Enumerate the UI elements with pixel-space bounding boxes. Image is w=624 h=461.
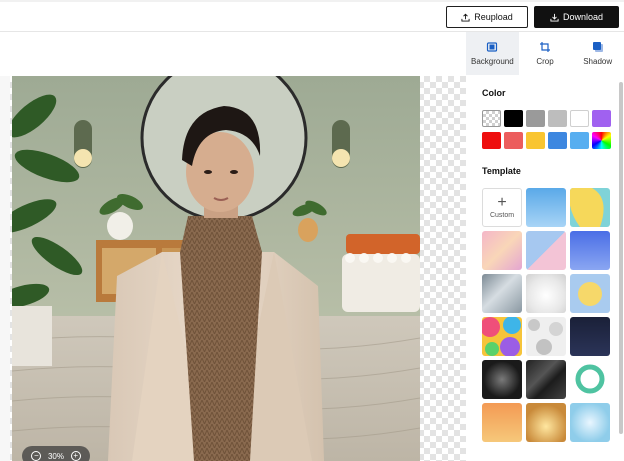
tab-background[interactable]: Background xyxy=(466,32,519,75)
template-section-title: Template xyxy=(482,166,521,176)
top-divider xyxy=(0,0,624,2)
template-sky-blue[interactable] xyxy=(526,188,566,227)
swatch-red[interactable] xyxy=(482,132,501,149)
template-colorful-blobs[interactable] xyxy=(482,317,522,356)
tool-tabs: Background Crop Shadow xyxy=(466,32,624,75)
swatch-purple[interactable] xyxy=(592,110,611,127)
download-icon xyxy=(550,13,559,22)
plus-icon: + xyxy=(73,451,78,460)
minus-icon: − xyxy=(33,451,39,460)
template-yellow-circle[interactable] xyxy=(570,274,610,313)
swatch-coral[interactable] xyxy=(504,132,523,149)
custom-label: Custom xyxy=(489,212,515,219)
reupload-button[interactable]: Reupload xyxy=(446,6,528,28)
zoom-level: 30% xyxy=(47,451,64,461)
swatch-gray[interactable] xyxy=(526,110,545,127)
template-gold-bokeh[interactable] xyxy=(526,403,566,442)
download-label: Download xyxy=(562,12,604,22)
template-light-blue-bokeh[interactable] xyxy=(570,403,610,442)
swatch-blue[interactable] xyxy=(548,132,567,149)
template-dark-navy[interactable] xyxy=(570,317,610,356)
shadow-icon xyxy=(592,42,603,52)
template-custom[interactable]: + Custom xyxy=(482,188,522,227)
swatch-light-gray[interactable] xyxy=(548,110,567,127)
canvas-area xyxy=(0,76,466,461)
swatch-white[interactable] xyxy=(570,110,589,127)
swatch-transparent[interactable] xyxy=(482,110,501,127)
tab-background-label: Background xyxy=(470,57,514,66)
swatch-black[interactable] xyxy=(504,110,523,127)
template-teal-ring[interactable] xyxy=(570,360,610,399)
swatch-light-blue[interactable] xyxy=(570,132,589,149)
template-orange-gradient[interactable] xyxy=(482,403,522,442)
template-black-spotlight[interactable] xyxy=(482,360,522,399)
template-gray-glass[interactable] xyxy=(482,274,522,313)
reupload-label: Reupload xyxy=(474,12,513,22)
zoom-out-button[interactable]: − xyxy=(31,451,42,461)
template-pink-pastel[interactable] xyxy=(482,231,522,270)
crop-icon xyxy=(540,42,550,52)
upload-icon xyxy=(461,13,470,22)
tab-shadow[interactable]: Shadow xyxy=(571,32,624,75)
background-panel: Color Template + Custom xyxy=(466,76,624,461)
template-blue-pink-split[interactable] xyxy=(526,231,566,270)
swatch-rainbow-picker[interactable] xyxy=(592,132,611,149)
swatch-yellow[interactable] xyxy=(526,132,545,149)
color-section-title: Color xyxy=(482,88,506,98)
template-black-silk[interactable] xyxy=(526,360,566,399)
plus-icon: + xyxy=(497,194,507,211)
template-yellow-teal[interactable] xyxy=(570,188,610,227)
template-blue-gradient[interactable] xyxy=(570,231,610,270)
panel-scrollbar[interactable] xyxy=(619,82,623,434)
zoom-control: − 30% + xyxy=(22,446,90,461)
download-button[interactable]: Download xyxy=(534,6,619,28)
zoom-in-button[interactable]: + xyxy=(70,451,81,461)
photo-illustration xyxy=(12,76,420,461)
template-gray-dots[interactable] xyxy=(526,317,566,356)
product-photo[interactable] xyxy=(12,76,420,461)
tab-shadow-label: Shadow xyxy=(583,57,613,66)
tab-crop-label: Crop xyxy=(536,57,554,66)
template-white-glow[interactable] xyxy=(526,274,566,313)
background-icon xyxy=(487,42,498,52)
top-bar: Reupload Download xyxy=(0,0,624,32)
tab-crop[interactable]: Crop xyxy=(519,32,572,75)
